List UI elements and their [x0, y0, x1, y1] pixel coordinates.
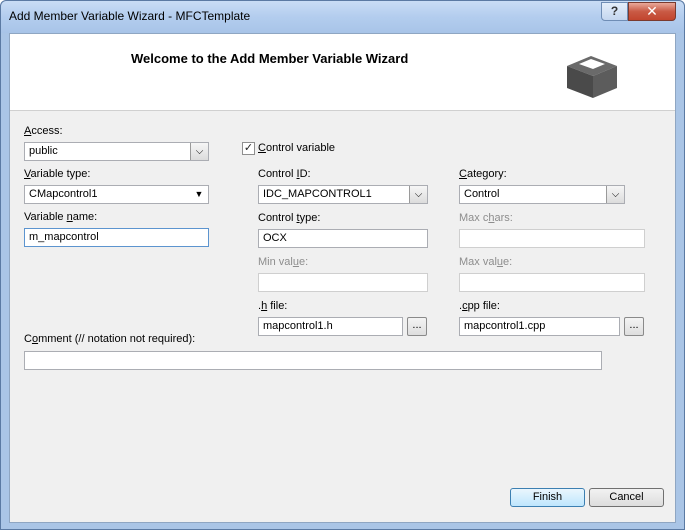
close-button[interactable]: ✕ — [628, 2, 676, 21]
h-file-label: .h file: — [258, 300, 288, 312]
banner-title: Welcome to the Add Member Variable Wizar… — [131, 51, 409, 66]
chevron-down-icon[interactable]: ⌵ — [409, 186, 427, 203]
comment-label: Comment (// notation not required): — [24, 333, 196, 345]
title-bar[interactable]: Add Member Variable Wizard - MFCTemplate… — [1, 1, 684, 33]
max-value-input — [459, 273, 645, 292]
dropdown-arrow-icon[interactable]: ▼ — [192, 186, 206, 203]
control-id-value: IDC_MAPCONTROL1 — [263, 188, 372, 200]
category-label: Category: — [459, 168, 507, 180]
variable-name-input[interactable]: m_mapcontrol — [24, 228, 209, 247]
access-value: public — [29, 145, 58, 157]
min-value-label: Min value: — [258, 256, 309, 268]
h-file-input[interactable]: mapcontrol1.h — [258, 317, 403, 336]
control-type-value: OCX — [263, 232, 287, 244]
control-id-select[interactable]: IDC_MAPCONTROL1 ⌵ — [258, 185, 428, 204]
chevron-down-icon[interactable]: ⌵ — [190, 143, 208, 160]
control-variable-label: Control variable — [258, 142, 336, 154]
access-label: Access: — [24, 125, 63, 137]
variable-name-label: Variable name: — [24, 211, 98, 223]
h-file-browse-button[interactable]: ... — [407, 317, 427, 336]
window-title: Add Member Variable Wizard - MFCTemplate — [9, 9, 251, 23]
box-icon — [567, 56, 617, 98]
control-id-label: Control ID: — [258, 168, 311, 180]
cpp-file-value: mapcontrol1.cpp — [464, 320, 546, 332]
chevron-down-icon[interactable]: ⌵ — [606, 186, 624, 203]
dialog-client: Welcome to the Add Member Variable Wizar… — [9, 33, 676, 523]
access-select[interactable]: public ⌵ — [24, 142, 209, 161]
control-variable-checkbox[interactable]: ✓ — [242, 142, 255, 155]
wizard-window: Add Member Variable Wizard - MFCTemplate… — [0, 0, 685, 530]
wizard-banner: Welcome to the Add Member Variable Wizar… — [10, 34, 675, 111]
variable-type-value: CMapcontrol1 — [29, 188, 98, 200]
control-type-field[interactable]: OCX — [258, 229, 428, 248]
min-value-input — [258, 273, 428, 292]
variable-name-value: m_mapcontrol — [29, 231, 99, 243]
cancel-button[interactable]: Cancel — [589, 488, 664, 507]
variable-type-label: Variable type: — [24, 168, 91, 180]
help-button[interactable]: ? — [601, 2, 628, 21]
control-type-label: Control type: — [258, 212, 321, 224]
category-value: Control — [464, 188, 500, 200]
h-file-value: mapcontrol1.h — [263, 320, 333, 332]
max-chars-input — [459, 229, 645, 248]
max-chars-label: Max chars: — [459, 212, 513, 224]
finish-button[interactable]: Finish — [510, 488, 585, 507]
max-value-label: Max value: — [459, 256, 513, 268]
cpp-file-label: .cpp file: — [459, 300, 500, 312]
cpp-file-input[interactable]: mapcontrol1.cpp — [459, 317, 620, 336]
category-select[interactable]: Control ⌵ — [459, 185, 625, 204]
comment-input[interactable] — [24, 351, 602, 370]
variable-type-combo[interactable]: CMapcontrol1 ▼ — [24, 185, 209, 204]
cpp-file-browse-button[interactable]: ... — [624, 317, 644, 336]
